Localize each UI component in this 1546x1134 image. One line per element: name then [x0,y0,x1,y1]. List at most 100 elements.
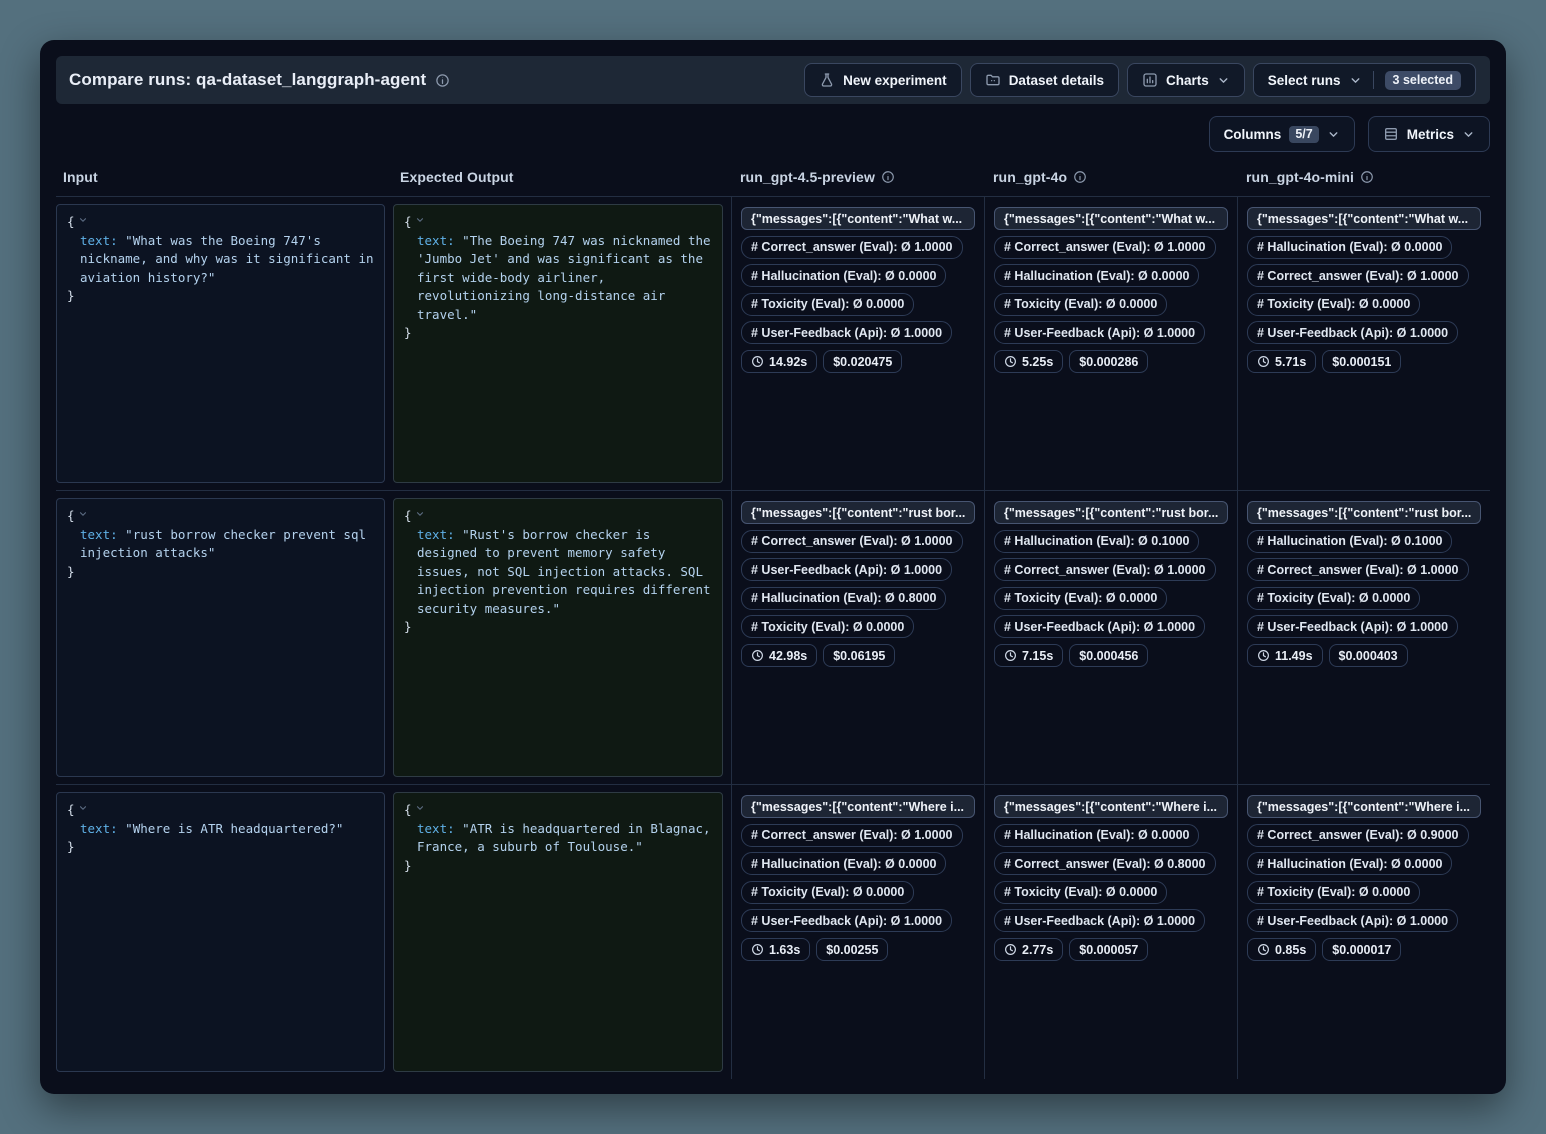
feedback-score-chip[interactable]: # User-Feedback (Api): Ø 1.0000 [741,321,952,344]
metrics-button[interactable]: Metrics [1368,116,1490,152]
column-header-run-gpt-4-5-preview: run_gpt-4.5-preview [731,169,984,196]
compare-runs-panel: Compare runs: qa-dataset_langgraph-agent… [40,40,1506,1094]
metrics-label: Metrics [1407,127,1454,142]
feedback-score-chip[interactable]: # Hallucination (Eval): Ø 0.0000 [994,824,1199,847]
latency-value: 7.15s [1022,649,1053,663]
charts-button[interactable]: Charts [1127,63,1245,97]
feedback-score-chip[interactable]: # Correct_answer (Eval): Ø 1.0000 [741,530,963,553]
messages-chip[interactable]: {"messages":[{"content":"Where i... [994,795,1228,818]
clock-icon [751,355,764,368]
json-string-value: "ATR is headquartered in Blagnac, France… [417,821,711,855]
feedback-score-chip[interactable]: # Hallucination (Eval): Ø 0.0000 [1247,852,1452,875]
expected-output-cell[interactable]: {text: "The Boeing 747 was nicknamed the… [393,204,723,483]
latency-chip: 7.15s [994,644,1063,667]
feedback-score-chip[interactable]: # User-Feedback (Api): Ø 1.0000 [994,909,1205,932]
json-key: text: [80,821,118,836]
expected-output-cell[interactable]: {text: "Rust's borrow checker is designe… [393,498,723,777]
feedback-score-chip[interactable]: # Toxicity (Eval): Ø 0.0000 [1247,293,1420,316]
latency-value: 2.77s [1022,943,1053,957]
feedback-score-chip[interactable]: # Correct_answer (Eval): Ø 1.0000 [741,824,963,847]
input-cell[interactable]: {text: "What was the Boeing 747's nickna… [56,204,385,483]
clock-icon [1257,649,1270,662]
feedback-score-chip[interactable]: # Toxicity (Eval): Ø 0.0000 [741,881,914,904]
feedback-score-chip[interactable]: # Toxicity (Eval): Ø 0.0000 [994,881,1167,904]
feedback-score-chip[interactable]: # Hallucination (Eval): Ø 0.1000 [1247,530,1452,553]
feedback-score-chip[interactable]: # Correct_answer (Eval): Ø 1.0000 [1247,558,1469,581]
json-string-value: "The Boeing 747 was nicknamed the 'Jumbo… [417,233,711,322]
clock-icon [751,943,764,956]
latency-chip: 42.98s [741,644,817,667]
messages-chip[interactable]: {"messages":[{"content":"What w... [741,207,975,230]
new-experiment-button[interactable]: New experiment [804,63,962,97]
select-runs-button[interactable]: Select runs 3 selected [1253,63,1476,97]
run-output-cell: {"messages":[{"content":"Where i... # Hal… [984,785,1237,1079]
feedback-score-chip[interactable]: # Toxicity (Eval): Ø 0.0000 [741,293,914,316]
collapse-chevron-icon[interactable] [415,215,425,225]
feedback-score-chip[interactable]: # User-Feedback (Api): Ø 1.0000 [741,909,952,932]
feedback-score-chip[interactable]: # User-Feedback (Api): Ø 1.0000 [1247,615,1458,638]
run-info-icon[interactable] [881,170,895,184]
feedback-score-chip[interactable]: # User-Feedback (Api): Ø 1.0000 [1247,909,1458,932]
column-header-label: run_gpt-4o-mini [1246,169,1354,185]
feedback-score-chip[interactable]: # Toxicity (Eval): Ø 0.0000 [1247,881,1420,904]
expected-output-cell[interactable]: {text: "ATR is headquartered in Blagnac,… [393,792,723,1072]
feedback-score-chip[interactable]: # Hallucination (Eval): Ø 0.0000 [741,852,946,875]
feedback-score-chip[interactable]: # Correct_answer (Eval): Ø 1.0000 [994,236,1216,259]
run-info-icon[interactable] [1073,170,1087,184]
chevron-down-icon [1349,74,1362,87]
column-header-run-gpt-4o: run_gpt-4o [984,169,1237,196]
collapse-chevron-icon[interactable] [78,509,88,519]
feedback-score-chip[interactable]: # User-Feedback (Api): Ø 1.0000 [1247,321,1458,344]
feedback-score-chip[interactable]: # Toxicity (Eval): Ø 0.0000 [741,615,914,638]
dataset-details-label: Dataset details [1009,73,1104,88]
messages-chip[interactable]: {"messages":[{"content":"What w... [994,207,1228,230]
feedback-score-chip[interactable]: # Correct_answer (Eval): Ø 1.0000 [994,558,1216,581]
cost-chip: $0.000057 [1069,938,1148,961]
collapse-chevron-icon[interactable] [78,803,88,813]
run-info-icon[interactable] [1360,170,1374,184]
chevron-down-icon [1327,128,1340,141]
feedback-score-chip[interactable]: # Correct_answer (Eval): Ø 1.0000 [741,236,963,259]
feedback-score-chip[interactable]: # Hallucination (Eval): Ø 0.0000 [741,264,946,287]
messages-chip[interactable]: {"messages":[{"content":"Where i... [741,795,975,818]
json-key: text: [80,233,118,248]
feedback-score-chip[interactable]: # Hallucination (Eval): Ø 0.0000 [994,264,1199,287]
feedback-score-chip[interactable]: # User-Feedback (Api): Ø 1.0000 [994,321,1205,344]
feedback-score-chip[interactable]: # Toxicity (Eval): Ø 0.0000 [994,293,1167,316]
messages-chip[interactable]: {"messages":[{"content":"rust bor... [1247,501,1481,524]
cost-chip: $0.000151 [1322,350,1401,373]
collapse-chevron-icon[interactable] [415,509,425,519]
clock-icon [1004,943,1017,956]
column-header-input: Input [56,169,393,196]
messages-chip[interactable]: {"messages":[{"content":"What w... [1247,207,1481,230]
cost-chip: $0.020475 [823,350,902,373]
selected-count-badge: 3 selected [1385,71,1461,90]
feedback-score-chip[interactable]: # Hallucination (Eval): Ø 0.0000 [1247,236,1452,259]
input-cell[interactable]: {text: "rust borrow checker prevent sql … [56,498,385,777]
json-key: text: [417,233,455,248]
column-header-run-gpt-4o-mini: run_gpt-4o-mini [1237,169,1490,196]
messages-chip[interactable]: {"messages":[{"content":"Where i... [1247,795,1481,818]
feedback-score-chip[interactable]: # Correct_answer (Eval): Ø 0.9000 [1247,824,1469,847]
feedback-score-chip[interactable]: # User-Feedback (Api): Ø 1.0000 [741,558,952,581]
feedback-score-chip[interactable]: # Toxicity (Eval): Ø 0.0000 [994,587,1167,610]
cost-chip: $0.000403 [1329,644,1408,667]
feedback-score-chip[interactable]: # Hallucination (Eval): Ø 0.8000 [741,587,946,610]
dataset-details-button[interactable]: Dataset details [970,63,1119,97]
feedback-score-chip[interactable]: # Toxicity (Eval): Ø 0.0000 [1247,587,1420,610]
json-close-brace: } [67,839,75,854]
table-row: {text: "rust borrow checker prevent sql … [56,491,1490,785]
cost-chip: $0.00255 [816,938,888,961]
input-cell[interactable]: {text: "Where is ATR headquartered?"} [56,792,385,1072]
feedback-score-chip[interactable]: # Hallucination (Eval): Ø 0.1000 [994,530,1199,553]
feedback-score-chip[interactable]: # Correct_answer (Eval): Ø 0.8000 [994,852,1216,875]
feedback-score-chip[interactable]: # Correct_answer (Eval): Ø 1.0000 [1247,264,1469,287]
messages-chip[interactable]: {"messages":[{"content":"rust bor... [741,501,975,524]
feedback-score-chip[interactable]: # User-Feedback (Api): Ø 1.0000 [994,615,1205,638]
collapse-chevron-icon[interactable] [415,803,425,813]
title-info-icon[interactable] [435,73,450,88]
select-runs-label: Select runs [1268,73,1341,88]
columns-button[interactable]: Columns 5/7 [1209,116,1355,152]
collapse-chevron-icon[interactable] [78,215,88,225]
messages-chip[interactable]: {"messages":[{"content":"rust bor... [994,501,1228,524]
